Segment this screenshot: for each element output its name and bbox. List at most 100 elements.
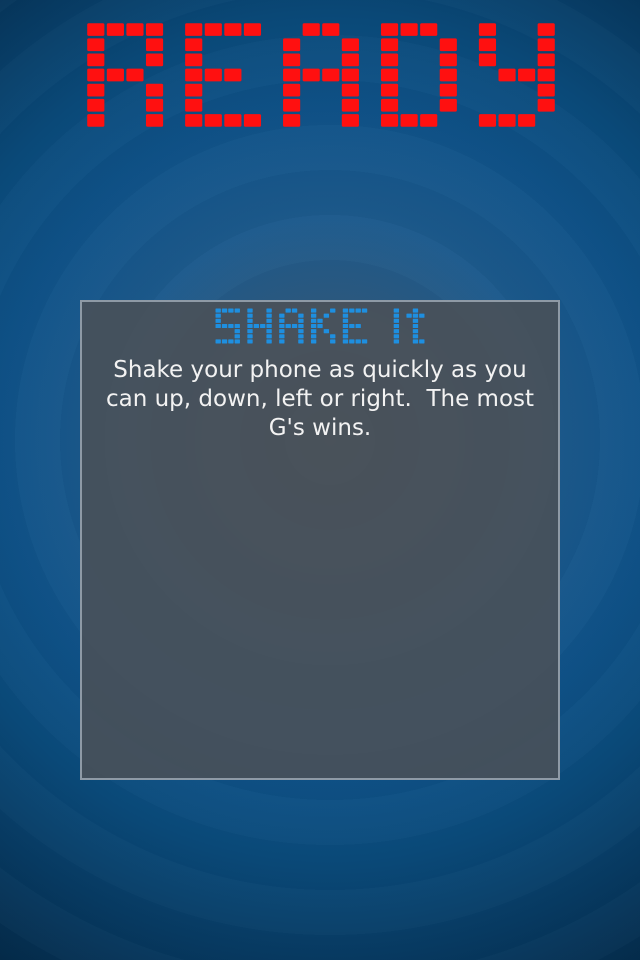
- letter-block: [380, 83, 399, 97]
- letter-block: [247, 339, 253, 344]
- letter-block: [298, 323, 304, 329]
- letter-block: [412, 334, 419, 339]
- letter-block: [498, 114, 516, 127]
- letter-block: [342, 339, 349, 344]
- letter-block: [439, 68, 457, 82]
- letter-block: [330, 334, 336, 339]
- letter-block: [266, 323, 272, 329]
- letter-block: [279, 323, 285, 329]
- letter-block: [285, 308, 291, 313]
- letter-block: [221, 339, 228, 344]
- letter-block: [317, 323, 323, 329]
- letter-block: [266, 313, 272, 318]
- letter-block: [87, 83, 105, 97]
- letter-block: [341, 114, 359, 127]
- letter-block: [247, 313, 253, 318]
- letter-block: [87, 23, 105, 36]
- letter-block: [234, 323, 240, 329]
- letter-block: [537, 98, 555, 112]
- letter-block: [380, 68, 399, 82]
- letter-block: [412, 308, 419, 313]
- letter-block: [400, 23, 418, 36]
- letter-block: [87, 38, 105, 52]
- letter-block: [204, 23, 222, 36]
- letter-block: [279, 329, 285, 334]
- letter-block: [234, 334, 240, 339]
- letter-block: [330, 308, 336, 313]
- letter-block: [279, 334, 285, 339]
- letter-block: [419, 339, 425, 344]
- letter-block: [341, 98, 359, 112]
- letter-block: [310, 329, 317, 334]
- letter-block: [279, 318, 285, 323]
- letter-block: [215, 323, 221, 329]
- letter-block: [87, 68, 105, 82]
- letter-block: [215, 339, 221, 344]
- panel-heading: Shake It: [82, 308, 558, 350]
- letter-block: [145, 83, 164, 97]
- letter-block: [330, 339, 336, 344]
- letter-block: [260, 323, 266, 329]
- letter-block: [266, 334, 272, 339]
- letter-block: [247, 334, 253, 339]
- letter-block: [393, 308, 400, 313]
- letter-block: [341, 83, 359, 97]
- letter-block: [393, 334, 400, 339]
- letter-block: [228, 339, 234, 344]
- letter-block: [145, 114, 164, 127]
- letter-block: [302, 68, 320, 82]
- letter-block: [361, 308, 368, 313]
- letter-block: [87, 114, 105, 127]
- letter-block: [224, 114, 242, 127]
- letter-block: [283, 53, 301, 67]
- letter-block: [537, 83, 555, 97]
- letter-block: [234, 339, 240, 344]
- letter-block: [537, 38, 555, 52]
- letter-block: [310, 308, 317, 313]
- letter-block: [253, 323, 260, 329]
- letter-block: [266, 339, 272, 344]
- letter-block: [228, 323, 234, 329]
- letter-block: [234, 308, 240, 313]
- letter-block: [224, 68, 242, 82]
- letter-block: [266, 329, 272, 334]
- letter-block: [361, 339, 368, 344]
- letter-block: [537, 68, 555, 82]
- letter-block: [302, 23, 320, 36]
- letter-block: [185, 83, 203, 97]
- letter-block: [87, 53, 105, 67]
- letter-block: [285, 323, 291, 329]
- letter-block: [355, 323, 361, 329]
- instructions-text: Shake your phone as quickly as you can u…: [105, 357, 542, 441]
- letter-block: [317, 318, 323, 323]
- letter-block: [380, 98, 399, 112]
- letter-block: [126, 68, 144, 82]
- letter-block: [291, 323, 298, 329]
- letter-block: [215, 318, 221, 323]
- letter-block: [341, 53, 359, 67]
- letter-block: [380, 38, 399, 52]
- letter-block: [478, 38, 497, 52]
- letter-block: [537, 23, 555, 36]
- letter-block: [145, 38, 164, 52]
- letter-block: [420, 114, 438, 127]
- letter-block: [298, 329, 304, 334]
- letter-block: [349, 339, 355, 344]
- letter-block: [87, 98, 105, 112]
- letter-block: [310, 334, 317, 339]
- letter-block: [478, 114, 497, 127]
- letter-block: [283, 68, 301, 82]
- letter-block: [439, 53, 457, 67]
- letter-block: [412, 329, 419, 334]
- letter-block: [322, 23, 340, 36]
- letter-block: [349, 323, 355, 329]
- letter-block: [279, 339, 285, 344]
- letter-block: [247, 308, 253, 313]
- ready-title: READY: [86, 22, 556, 128]
- letter-block: [342, 313, 349, 318]
- letter-block: [439, 83, 457, 97]
- letter-block: [215, 313, 221, 318]
- letter-block: [243, 23, 262, 36]
- letter-block: [349, 308, 355, 313]
- letter-block: [342, 329, 349, 334]
